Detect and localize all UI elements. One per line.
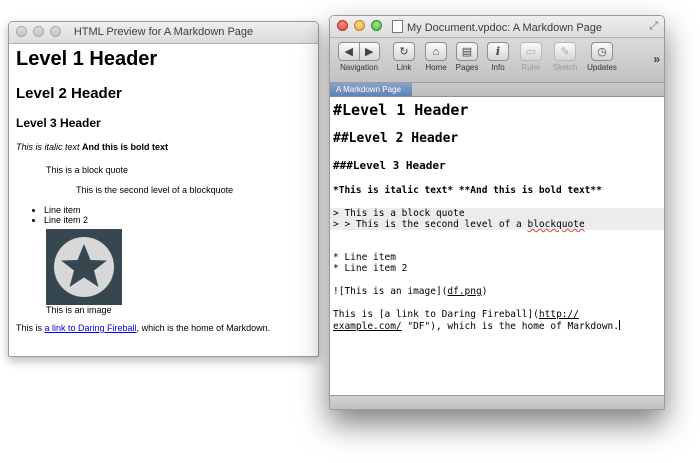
- editor-line-image: ![This is an image](df.png): [333, 286, 661, 297]
- clock-icon[interactable]: ◷: [591, 42, 613, 61]
- status-bar: [330, 395, 664, 409]
- toolbar-info[interactable]: i Info: [486, 42, 510, 72]
- markdown-editor[interactable]: #Level 1 Header ##Level 2 Header ###Leve…: [330, 97, 664, 393]
- ruler-icon: ▭: [520, 42, 542, 61]
- toolbar-sketch: ✎ Sketch: [550, 42, 580, 72]
- link-sentence-end: , which is the home of Markdown.: [136, 323, 271, 333]
- toolbar: ◀ ▶ Navigation ↻ Link ⌂ Home ▤ Pages i In…: [330, 38, 664, 83]
- editor-window-title-wrap: My Document.vpdoc: A Markdown Page: [330, 20, 664, 34]
- preview-list: Line item Line item 2: [16, 205, 311, 225]
- toolbar-ruler: ▭ Ruler: [518, 42, 544, 72]
- info-icon[interactable]: i: [487, 42, 509, 61]
- toolbar-label: Info: [491, 63, 505, 72]
- preview-h2: Level 2 Header: [16, 85, 122, 102]
- link-url-part2: example.com/: [333, 321, 402, 332]
- back-arrow-icon[interactable]: ◀: [339, 43, 359, 60]
- editor-line-quote2: > > This is the second level of a blockq…: [333, 219, 661, 230]
- toolbar-label: Pages: [455, 63, 479, 72]
- preview-h3: Level 3 Header: [16, 116, 101, 130]
- bold-text: And this is bold text: [82, 142, 169, 152]
- editor-quote-block: > This is a block quote > > This is the …: [330, 208, 664, 230]
- toolbar-label: Ruler: [521, 63, 541, 72]
- blockquote-level-2: This is the second level of a blockquote: [76, 185, 234, 195]
- toolbar-navigation[interactable]: ◀ ▶ Navigation: [336, 42, 382, 72]
- preview-window: HTML Preview for A Markdown Page Level 1…: [8, 21, 319, 357]
- toolbar-label: Navigation: [340, 63, 378, 72]
- document-icon: [391, 20, 403, 33]
- preview-emphasis-paragraph: This is italic text And this is bold tex…: [16, 142, 311, 153]
- image-markdown-start: ![This is an image](: [333, 286, 448, 297]
- editor-line-link2: example.com/ "DF"), which is the home of…: [333, 320, 661, 332]
- toolbar-overflow-chevron-icon[interactable]: »: [653, 52, 660, 66]
- editor-line-emphasis: *This is italic text* **And this is bold…: [333, 185, 661, 196]
- italic-text: This is italic text: [16, 142, 80, 152]
- emphasis-markdown: *This is italic text* **And this is bold…: [333, 185, 602, 196]
- editor-window-title: My Document.vpdoc: A Markdown Page: [406, 22, 603, 34]
- editor-line-h2: ##Level 2 Header: [333, 131, 459, 146]
- editor-line-list2: * Line item 2: [333, 263, 408, 274]
- star-icon: [54, 237, 114, 297]
- toolbar-updates[interactable]: ◷ Updates: [584, 42, 620, 72]
- link-sentence-start: This is: [16, 323, 45, 333]
- preview-content: Level 1 Header Level 2 Header Level 3 He…: [9, 44, 318, 350]
- toolbar-link[interactable]: ↻ Link: [392, 42, 416, 72]
- daring-fireball-link[interactable]: a link to Daring Fireball: [45, 323, 137, 333]
- link-markdown-start: This is [a link to Daring Fireball](: [333, 309, 539, 320]
- image-filename: df.png: [447, 286, 482, 297]
- preview-h1: Level 1 Header: [16, 48, 158, 70]
- editor-line-link1: This is [a link to Daring Fireball](http…: [333, 309, 661, 320]
- link-paragraph: This is a link to Daring Fireball, which…: [16, 323, 311, 334]
- toolbar-label: Home: [425, 63, 447, 72]
- link-url-part1: http://: [538, 309, 579, 320]
- toolbar-home[interactable]: ⌂ Home: [422, 42, 450, 72]
- toolbar-pages[interactable]: ▤ Pages: [454, 42, 480, 72]
- list-item: Line item 2: [44, 215, 311, 225]
- back-forward-arrows-icon[interactable]: ◀ ▶: [338, 42, 380, 61]
- sketch-brush-icon: ✎: [554, 42, 576, 61]
- link-markdown-end: "DF"), which is the home of Markdown.: [401, 321, 619, 332]
- pages-icon[interactable]: ▤: [456, 42, 478, 61]
- editor-line-h3: ###Level 3 Header: [333, 159, 446, 172]
- forward-arrow-icon[interactable]: ▶: [358, 43, 379, 60]
- list-item: Line item: [44, 205, 311, 215]
- star-image: [46, 229, 122, 305]
- link-arrow-icon[interactable]: ↻: [393, 42, 415, 61]
- toolbar-label: Link: [396, 63, 412, 72]
- editor-window: My Document.vpdoc: A Markdown Page ⤢ ◀ ▶ …: [329, 15, 665, 410]
- fullscreen-icon[interactable]: ⤢: [649, 20, 658, 33]
- toolbar-label: Sketch: [552, 63, 578, 72]
- editor-line-list1: * Line item: [333, 252, 396, 263]
- image-markdown-end: ): [481, 286, 488, 297]
- toolbar-label: Updates: [587, 63, 617, 72]
- home-icon[interactable]: ⌂: [425, 42, 447, 61]
- editor-line-h1: #Level 1 Header: [333, 101, 469, 119]
- text-caret: [618, 320, 620, 330]
- tab-a-markdown-page[interactable]: A Markdown Page: [330, 83, 412, 96]
- preview-window-title: HTML Preview for A Markdown Page: [73, 26, 254, 38]
- preview-titlebar[interactable]: HTML Preview for A Markdown Page: [9, 22, 318, 44]
- editor-line-quote1: > This is a block quote: [333, 208, 465, 219]
- misspelled-word[interactable]: blockquote: [527, 219, 584, 230]
- tab-bar: A Markdown Page: [330, 83, 664, 97]
- image-caption: This is an image: [46, 305, 112, 315]
- quote2-text: > > This is the second level of a: [333, 219, 528, 230]
- blockquote-level-1: This is a block quote: [46, 165, 129, 175]
- editor-titlebar[interactable]: My Document.vpdoc: A Markdown Page ⤢: [330, 16, 664, 38]
